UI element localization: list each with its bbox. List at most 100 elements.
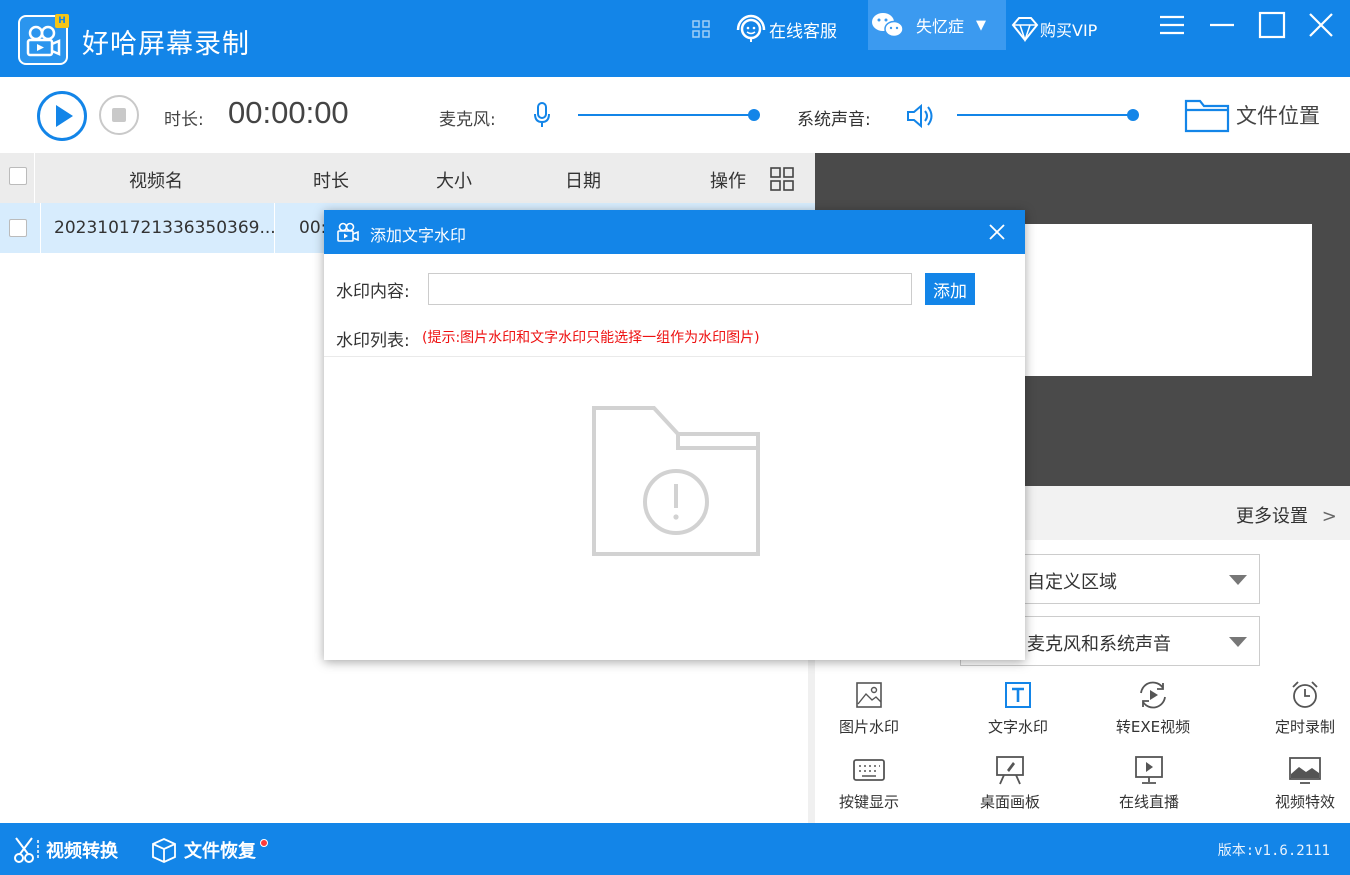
caret-down-icon: ▼	[976, 17, 987, 33]
microphone-slider-knob[interactable]	[748, 109, 760, 121]
microphone-label: 麦克风:	[439, 110, 496, 130]
header-size[interactable]: 大小	[436, 167, 472, 193]
system-volume-slider[interactable]	[957, 114, 1133, 116]
audio-source-value: 麦克风和系统声音	[1027, 634, 1171, 655]
camera-icon	[337, 222, 359, 242]
watermark-content-input[interactable]	[428, 273, 912, 305]
header-actions: 操作	[710, 171, 746, 192]
add-watermark-button[interactable]: 添加	[925, 273, 975, 305]
title-bar: H 好哈屏幕录制 在线客服 失忆症 ▼ 购买VIP	[0, 0, 1350, 77]
tool-desktop-board[interactable]: 桌面画板	[955, 753, 1065, 812]
text-watermark-icon	[1005, 682, 1031, 708]
tool-key-display[interactable]: 按键显示	[814, 753, 924, 812]
record-area-value: 自定义区域	[1027, 572, 1117, 593]
exe-convert-icon	[1140, 681, 1166, 709]
keyboard-icon	[853, 759, 885, 781]
text-watermark-dialog: 添加文字水印 水印内容: 添加 水印列表: (提示:图片水印和文字水印只能选择一…	[324, 210, 1025, 660]
wechat-icon	[872, 13, 904, 38]
header-video-name[interactable]: 视频名	[129, 167, 183, 193]
file-recovery-button[interactable]: 文件恢复	[150, 836, 268, 864]
file-location-label: 文件位置	[1236, 104, 1320, 128]
user-account-menu[interactable]: 失忆症 ▼	[868, 0, 1006, 50]
header-duration[interactable]: 时长	[313, 167, 349, 193]
tool-label: 转EXE视频	[1115, 718, 1191, 736]
dropdown-arrow-icon	[1229, 637, 1247, 647]
header-date[interactable]: 日期	[565, 167, 601, 193]
tool-label: 定时录制	[1274, 718, 1335, 736]
buy-vip-label: 购买VIP	[1040, 21, 1098, 40]
row-duration: 00:	[299, 218, 327, 238]
live-stream-icon	[1135, 756, 1163, 784]
more-settings-link[interactable]: 更多设置 >	[1236, 502, 1337, 528]
microphone-volume-slider[interactable]	[578, 114, 754, 116]
select-all-checkbox[interactable]	[9, 167, 27, 185]
preview-screen	[1022, 224, 1312, 376]
column-divider	[274, 203, 275, 253]
qr-code-icon[interactable]	[692, 10, 710, 48]
microphone-icon[interactable]	[532, 101, 552, 129]
list-divider	[324, 356, 1025, 357]
maximize-icon[interactable]	[1255, 8, 1289, 42]
dialog-header: 添加文字水印	[324, 210, 1025, 254]
tool-label: 按键显示	[838, 793, 899, 811]
close-icon[interactable]	[1304, 8, 1338, 42]
menu-icon[interactable]	[1155, 8, 1189, 42]
username: 失忆症	[916, 17, 965, 36]
more-settings-label: 更多设置	[1236, 506, 1308, 527]
stop-record-button[interactable]	[99, 95, 139, 135]
speaker-icon[interactable]	[905, 102, 937, 130]
minimize-icon[interactable]	[1205, 8, 1239, 42]
diamond-icon	[1011, 17, 1039, 42]
file-recovery-label: 文件恢复	[184, 841, 256, 862]
app-logo: H	[18, 14, 69, 65]
video-effects-icon	[1289, 757, 1321, 784]
tool-video-effects[interactable]: 视频特效	[1250, 753, 1350, 812]
box-icon	[152, 838, 176, 863]
headset-icon	[736, 14, 766, 42]
row-checkbox[interactable]	[9, 219, 27, 237]
status-bar: 视频转换 文件恢复 版本:v1.6.2111	[0, 823, 1350, 875]
file-location-button[interactable]: 文件位置	[1184, 97, 1320, 133]
close-icon[interactable]	[985, 220, 1009, 244]
tool-label: 图片水印	[838, 718, 899, 736]
column-divider	[34, 153, 35, 203]
buy-vip-button[interactable]: 购买VIP	[1010, 10, 1097, 48]
video-convert-button[interactable]: 视频转换	[12, 836, 118, 864]
tool-label: 在线直播	[1118, 793, 1179, 811]
alarm-clock-icon	[1292, 681, 1318, 708]
tool-label: 视频特效	[1274, 793, 1335, 811]
watermark-content-label: 水印内容:	[336, 282, 410, 302]
row-video-name: 2023101721336350369...	[54, 218, 276, 238]
tool-image-watermark[interactable]: 图片水印	[814, 678, 924, 737]
version-label: 版本:v1.6.2111	[1217, 843, 1330, 859]
system-slider-knob[interactable]	[1127, 109, 1139, 121]
chevron-right-icon: >	[1321, 506, 1337, 527]
tool-text-watermark[interactable]: 文字水印	[963, 678, 1073, 737]
watermark-hint: (提示:图片水印和文字水印只能选择一组作为水印图片)	[422, 330, 760, 346]
tool-label: 桌面画板	[979, 793, 1040, 811]
logo-badge: H	[55, 14, 69, 28]
tool-exe-convert[interactable]: 转EXE视频	[1098, 678, 1208, 737]
duration-label: 时长:	[164, 110, 204, 130]
dropdown-arrow-icon	[1229, 575, 1247, 585]
online-service-button[interactable]: 在线客服	[733, 10, 837, 48]
notification-dot	[260, 839, 268, 847]
tool-label: 文字水印	[987, 718, 1048, 736]
system-sound-label: 系统声音:	[797, 110, 871, 130]
online-service-label: 在线客服	[769, 21, 837, 42]
column-divider	[40, 203, 41, 253]
grid-view-icon[interactable]	[769, 166, 795, 192]
empty-folder-icon	[592, 406, 760, 556]
scissors-icon	[14, 837, 39, 863]
watermark-list-label: 水印列表:	[336, 331, 410, 351]
duration-value: 00:00:00	[228, 95, 349, 130]
drawing-board-icon	[996, 756, 1024, 785]
app-title: 好哈屏幕录制	[82, 29, 250, 60]
image-watermark-icon	[856, 682, 882, 708]
video-convert-label: 视频转换	[46, 841, 118, 862]
start-record-button[interactable]	[37, 91, 87, 141]
folder-icon	[1184, 99, 1230, 133]
dialog-title: 添加文字水印	[370, 226, 467, 245]
tool-live-stream[interactable]: 在线直播	[1094, 753, 1204, 812]
tool-scheduled-record[interactable]: 定时录制	[1250, 678, 1350, 737]
